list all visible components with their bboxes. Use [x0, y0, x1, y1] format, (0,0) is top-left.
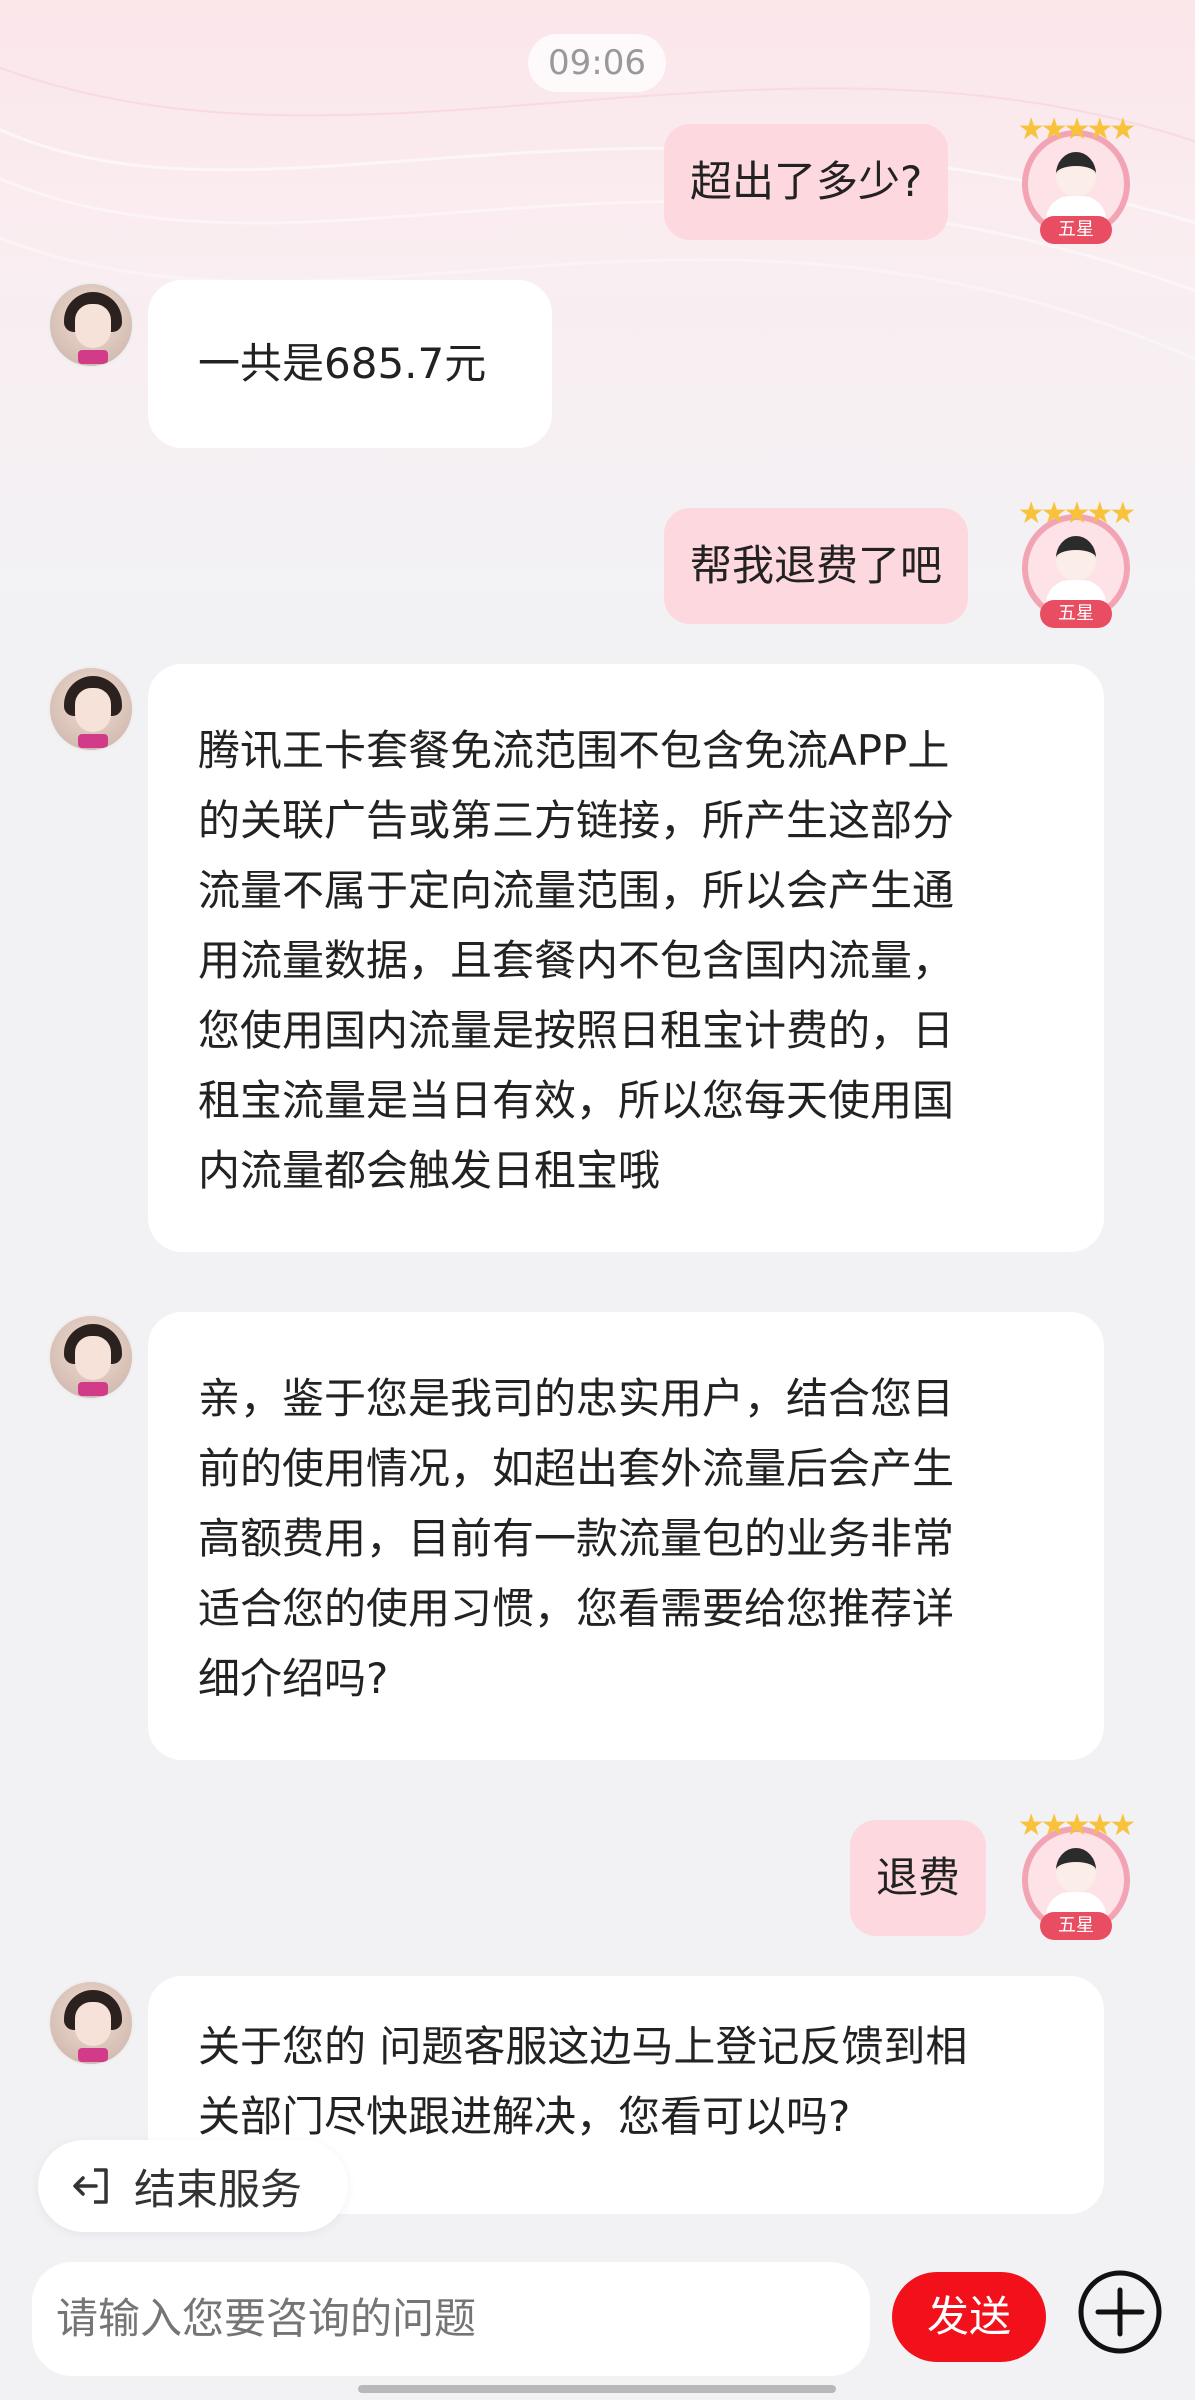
user-level-badge: 五星 — [1040, 1912, 1112, 1940]
message-line: 前的使用情况，如超出套外流量后会产生 — [198, 1444, 955, 1493]
input-bar: 发送 — [0, 2240, 1195, 2400]
message-line: 的关联广告或第三方链接，所产生这部分 — [198, 796, 955, 845]
agent-avatar[interactable] — [48, 282, 134, 368]
exit-icon — [73, 2168, 108, 2204]
user-message-bubble[interactable]: 超出了多少? — [664, 124, 949, 240]
agent-message-bubble[interactable]: 腾讯王卡套餐免流范围不包含免流APP上 的关联广告或第三方链接，所产生这部分 流… — [148, 664, 1104, 1252]
agent-message-bubble[interactable]: 亲，鉴于您是我司的忠实用户，结合您目 前的使用情况，如超出套外流量后会产生 高额… — [148, 1312, 1104, 1760]
end-service-button[interactable]: 结束服务 — [38, 2140, 348, 2232]
message-line: 适合您的使用习惯，您看需要给您推荐详 — [198, 1584, 955, 1633]
message-line: 内流量都会触发日租宝哦 — [198, 1146, 661, 1195]
five-stars-icon: ★★★★★ — [1017, 496, 1136, 531]
user-level-badge: 五星 — [1040, 216, 1112, 244]
user-avatar[interactable]: ★★★★★ 五星 — [1010, 112, 1140, 244]
five-stars-icon: ★★★★★ — [1017, 112, 1136, 147]
timestamp: 09:06 — [528, 34, 666, 92]
message-text: 帮我退费了吧 — [690, 541, 943, 590]
end-service-label: 结束服务 — [134, 2164, 303, 2214]
message-line: 细介绍吗? — [198, 1654, 389, 1703]
message-line: 您使用国内流量是按照日租宝计费的，日 — [198, 1006, 955, 1055]
message-line: 用流量数据，且套餐内不包含国内流量， — [198, 936, 955, 985]
message-text: 退费 — [876, 1853, 961, 1902]
home-indicator — [358, 2385, 836, 2393]
message-text: 一共是685.7元 — [198, 339, 487, 388]
message-line: 关部门尽快跟进解决，您看可以吗? — [198, 2092, 851, 2141]
user-message-bubble[interactable]: 退费 — [850, 1820, 987, 1936]
avatar-head — [1056, 152, 1096, 196]
five-stars-icon: ★★★★★ — [1017, 1808, 1136, 1843]
message-line: 亲，鉴于您是我司的忠实用户，结合您目 — [198, 1374, 955, 1423]
message-line: 高额费用，目前有一款流量包的业务非常 — [198, 1514, 955, 1563]
message-line: 关于您的 问题客服这边马上登记反馈到相 — [198, 2022, 968, 2071]
user-level-badge: 五星 — [1040, 600, 1112, 628]
user-avatar[interactable]: ★★★★★ 五星 — [1010, 496, 1140, 628]
send-button[interactable]: 发送 — [892, 2272, 1046, 2362]
agent-avatar[interactable] — [48, 1314, 134, 1400]
message-line: 腾讯王卡套餐免流范围不包含免流APP上 — [198, 726, 950, 775]
message-text: 超出了多少? — [690, 157, 923, 206]
plus-circle-icon[interactable] — [1076, 2268, 1164, 2356]
message-line: 流量不属于定向流量范围，所以会产生通 — [198, 866, 955, 915]
message-line: 租宝流量是当日有效，所以您每天使用国 — [198, 1076, 955, 1125]
user-message-bubble[interactable]: 帮我退费了吧 — [664, 508, 969, 624]
user-avatar[interactable]: ★★★★★ 五星 — [1010, 1808, 1140, 1940]
question-input[interactable] — [32, 2262, 870, 2376]
agent-avatar[interactable] — [48, 1980, 134, 2066]
agent-message-bubble[interactable]: 一共是685.7元 — [148, 280, 552, 448]
agent-avatar[interactable] — [48, 666, 134, 752]
